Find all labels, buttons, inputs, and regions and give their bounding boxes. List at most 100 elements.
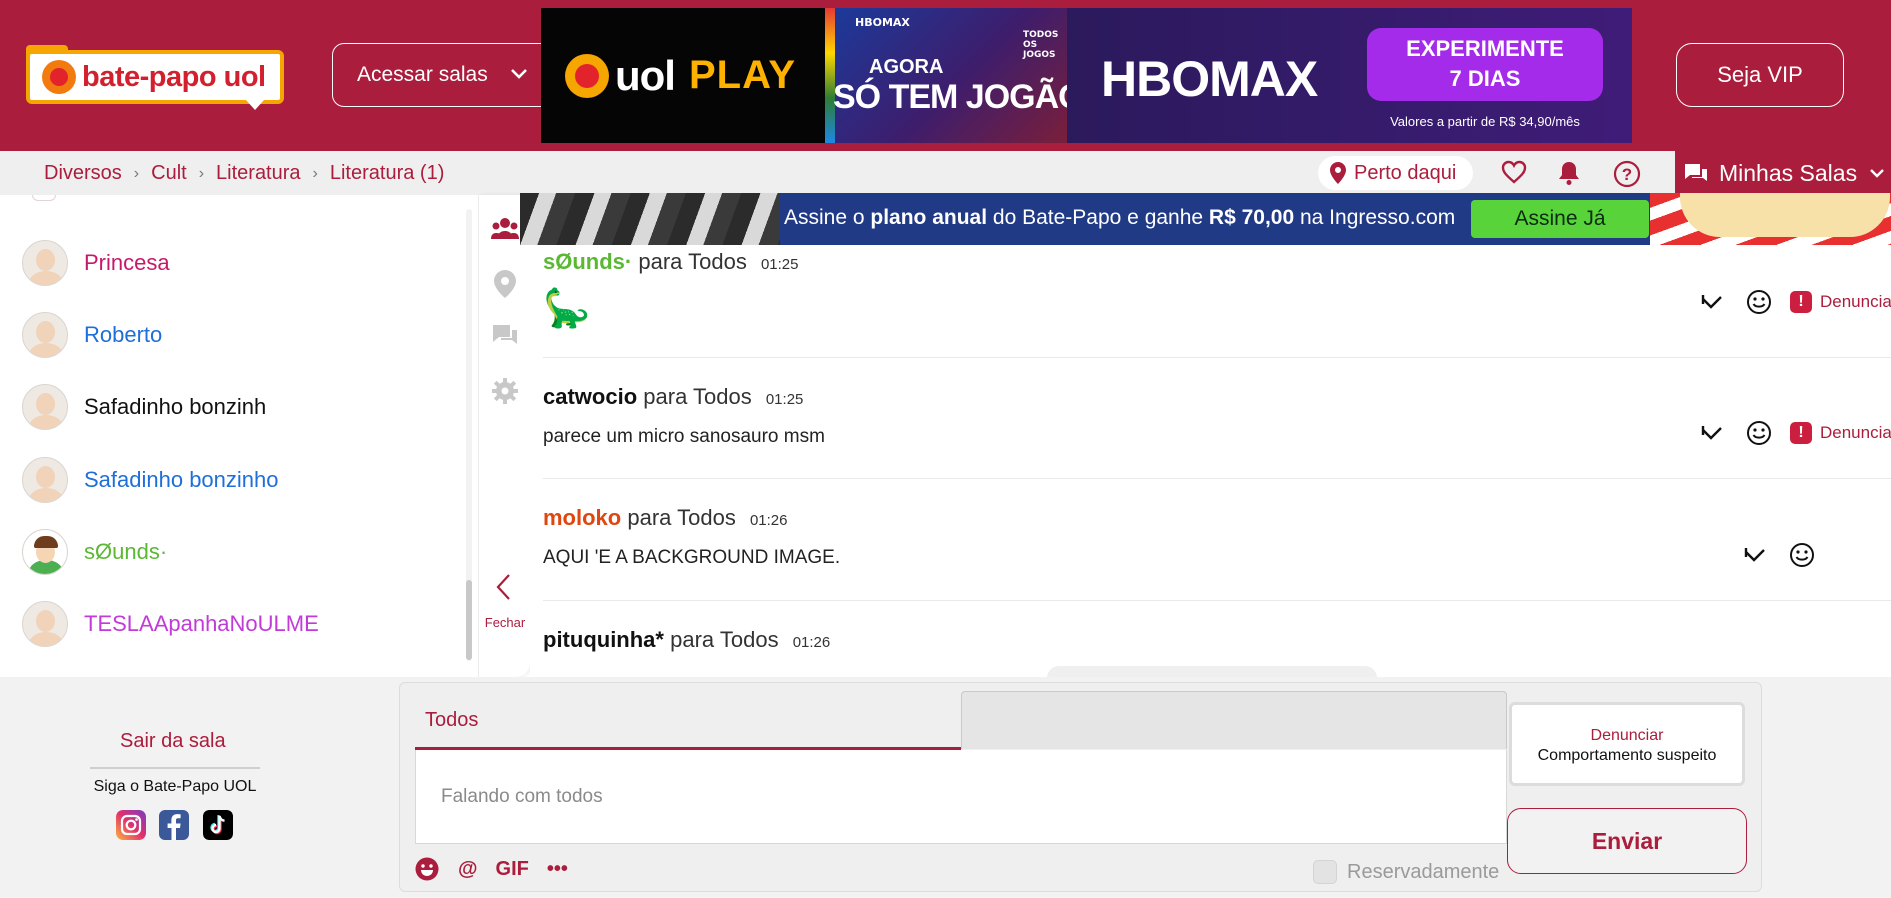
user-item[interactable]: sØunds· — [22, 527, 167, 577]
user-name: sØunds· — [84, 539, 168, 564]
chat-message: catwocio para Todos 01:25 parece um micr… — [543, 358, 1891, 479]
user-item[interactable]: Princesa — [22, 238, 170, 288]
checkbox-box[interactable] — [1313, 860, 1337, 884]
chat-message: sØunds· para Todos 01:25 🦕 ! Denunciar — [543, 245, 1891, 358]
breadcrumb-item[interactable]: Diversos — [44, 162, 122, 185]
new-messages-pill[interactable] — [1047, 666, 1377, 677]
user-item[interactable]: Roberto — [22, 310, 162, 360]
message-actions: ! Denunciar — [1700, 289, 1891, 315]
top-header: bate-papo uol Acessar salas uol PLAY HBO… — [0, 0, 1891, 151]
reply-icon[interactable] — [1700, 292, 1726, 312]
emoji-icon[interactable] — [1789, 542, 1815, 568]
avatar — [22, 601, 68, 647]
emoji-icon[interactable] — [414, 856, 440, 882]
avatar — [22, 457, 68, 503]
my-rooms-button[interactable]: Minhas Salas — [1675, 151, 1891, 195]
message-time: 01:26 — [749, 512, 788, 529]
message-author[interactable]: catwocio — [543, 384, 637, 409]
user-item[interactable]: Safadinho bonzinho — [22, 455, 279, 505]
breadcrumb-separator-icon: › — [312, 164, 318, 182]
follow-text: Siga o Bate-Papo UOL — [93, 778, 257, 795]
send-button[interactable]: Enviar — [1507, 808, 1747, 874]
instagram-icon[interactable] — [116, 810, 146, 840]
location-pin-icon[interactable] — [493, 269, 517, 299]
avatar — [22, 312, 68, 358]
side-rail: Fechar — [478, 195, 530, 677]
bate-papo-logo[interactable]: bate-papo uol — [26, 45, 284, 110]
hbomax-mini-text: HBOMAX — [855, 16, 910, 29]
private-label: Reservadamente — [1347, 860, 1500, 883]
message-body: 🦕 — [543, 288, 591, 330]
so-tem-jogao-text: SÓ TEM JOGÃO! — [833, 78, 1095, 116]
private-checkbox[interactable]: Reservadamente — [1313, 860, 1499, 884]
access-rooms-label: Acessar salas — [357, 63, 488, 86]
message-recipient: para Todos — [627, 505, 736, 530]
promo-text-c: do Bate-Papo e ganhe — [987, 206, 1209, 229]
reply-icon[interactable] — [1743, 545, 1769, 565]
breadcrumb-item[interactable]: Literatura — [216, 162, 301, 185]
more-options-button[interactable]: ••• — [547, 858, 568, 881]
access-rooms-button[interactable]: Acessar salas — [332, 43, 553, 107]
breadcrumb-separator-icon: › — [133, 164, 140, 182]
mention-button[interactable]: @ — [458, 858, 478, 881]
message-header: catwocio para Todos 01:25 — [543, 384, 803, 410]
scrollbar-thumb[interactable] — [466, 580, 472, 660]
message-recipient: para Todos — [643, 384, 752, 409]
help-icon[interactable]: ? — [1613, 160, 1641, 188]
logo-tail — [246, 100, 264, 110]
bell-icon[interactable] — [1558, 160, 1580, 186]
user-name: Roberto — [84, 322, 163, 347]
alert-icon: ! — [1790, 291, 1812, 313]
report-suspicious-button[interactable]: Denunciar Comportamento suspeito — [1509, 702, 1745, 786]
user-name: Princesa — [84, 250, 170, 275]
facebook-icon[interactable] — [159, 810, 189, 840]
settings-icon[interactable] — [491, 377, 519, 405]
message-author[interactable]: pituquinha* — [543, 627, 664, 652]
tab-todos-label: Todos — [425, 709, 479, 731]
message-time: 01:25 — [765, 391, 804, 408]
message-author[interactable]: sØunds· — [543, 249, 632, 274]
chat-bubbles-icon[interactable] — [491, 323, 519, 349]
message-input[interactable]: Falando com todos — [415, 750, 1507, 844]
message-time: 01:25 — [760, 256, 799, 273]
user-list: Princesa Roberto Safadinho bonzinh Safad… — [0, 195, 478, 677]
logo-box: bate-papo uol — [26, 50, 284, 104]
user-item[interactable]: Safadinho bonzinh — [22, 382, 266, 432]
user-name: TESLAApanhaNoULME — [84, 611, 319, 636]
promo-banner[interactable]: Assine o plano anual do Bate-Papo e ganh… — [520, 193, 1891, 245]
uol-logo-icon — [42, 60, 76, 94]
tab-empty[interactable] — [961, 691, 1507, 749]
reply-icon[interactable] — [1700, 423, 1726, 443]
tiktok-icon[interactable] — [203, 810, 233, 840]
ad-banner[interactable]: uol PLAY HBOMAX TODOS OS JOGOS AGORA SÓ … — [541, 8, 1632, 143]
be-vip-button[interactable]: Seja VIP — [1676, 43, 1844, 107]
user-item[interactable]: TESLAApanhaNoULME — [22, 599, 319, 649]
report-label: Denunciar — [1820, 292, 1891, 311]
heart-icon[interactable] — [1501, 160, 1527, 184]
breadcrumb-item[interactable]: Cult — [151, 162, 187, 185]
close-panel-button[interactable]: Fechar — [479, 615, 531, 630]
chat-message: moloko para Todos 01:26 AQUI 'E A BACKGR… — [543, 479, 1891, 601]
emoji-icon[interactable] — [1746, 420, 1772, 446]
try-7-days-button[interactable]: EXPERIMENTE 7 DIAS — [1367, 28, 1603, 101]
logo-text: bate-papo uol — [82, 60, 266, 93]
emoji-icon[interactable] — [1746, 289, 1772, 315]
report-message-button[interactable]: ! Denunciar — [1790, 291, 1891, 313]
agora-text: AGORA — [869, 56, 944, 78]
report-message-button[interactable]: ! Denunciar — [1790, 422, 1891, 444]
message-header: moloko para Todos 01:26 — [543, 505, 787, 531]
tickets-image — [520, 193, 780, 245]
chevron-down-icon — [511, 69, 527, 79]
tab-todos[interactable]: Todos — [415, 695, 961, 750]
message-recipient: para Todos — [670, 627, 779, 652]
leave-room-link[interactable]: Sair da sala — [120, 730, 226, 753]
message-body: AQUI 'E A BACKGROUND IMAGE. — [543, 547, 841, 568]
gif-button[interactable]: GIF — [496, 858, 529, 881]
promo-text-d: R$ 70,00 — [1208, 206, 1295, 229]
message-author[interactable]: moloko — [543, 505, 621, 530]
subscribe-now-button[interactable]: Assine Já — [1471, 200, 1649, 238]
message-actions — [1743, 542, 1815, 568]
chevron-left-icon[interactable] — [495, 573, 513, 601]
nearby-button[interactable]: Perto daqui — [1318, 156, 1473, 190]
users-icon[interactable] — [491, 217, 519, 241]
